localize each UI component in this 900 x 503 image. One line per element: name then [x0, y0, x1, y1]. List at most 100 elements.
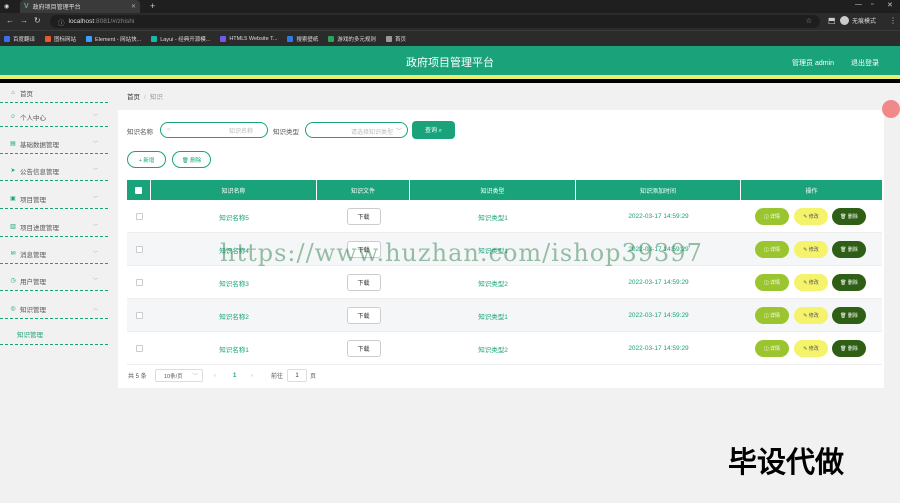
bookmarks-bar: 百度翻译 图标网站 Element - 网站快... Layui - 经典开源模…: [0, 30, 900, 46]
menu-icon[interactable]: ⋮: [889, 16, 897, 25]
bookmark-item[interactable]: Layui - 经典开源模...: [151, 35, 210, 43]
delete-button[interactable]: 🗑 删除: [832, 274, 866, 291]
delete-button[interactable]: 🗑 删除: [832, 241, 866, 258]
knowledge-name-cell: 知识名称2: [219, 313, 249, 321]
detail-button[interactable]: ◫ 详情: [755, 208, 789, 225]
table-row: 知识名称1 下载 知识类型2 2022-03-17 14:59:29 ◫ 详情 …: [127, 332, 882, 365]
chevron-down-icon: ﹀: [92, 224, 98, 230]
sidebar-item-label: 个人中心: [20, 114, 46, 122]
column-header: 知识添加时间: [576, 180, 741, 200]
delete-button[interactable]: 🗑 删除: [832, 340, 866, 357]
breadcrumb-separator: /: [144, 94, 146, 101]
sidebar-subitem-knowledge[interactable]: 知识管理: [0, 323, 108, 345]
bookmark-item[interactable]: 百度翻译: [4, 35, 35, 43]
edit-button[interactable]: ✎ 修改: [794, 241, 828, 258]
app-title: 政府项目管理平台: [406, 57, 494, 69]
query-button[interactable]: 查询 ⌕: [412, 121, 455, 139]
file-cell: 下载: [317, 200, 410, 233]
new-tab-button[interactable]: +: [150, 1, 155, 11]
sidebar-item-profile[interactable]: ☺ 个人中心 ﹀: [0, 107, 108, 127]
batch-delete-button[interactable]: 🗑 删除: [172, 151, 211, 168]
page-unit-label: 页: [310, 374, 317, 380]
maximize-icon[interactable]: ▫: [871, 1, 873, 8]
sidebar-item-users[interactable]: ◷ 用户管理 ﹀: [0, 271, 108, 291]
user-icon: ☺: [9, 113, 17, 120]
sidebar-item-notice[interactable]: ➤ 公告信息管理 ﹀: [0, 161, 108, 181]
sidebar-item-label: 项目进度管理: [20, 224, 59, 232]
download-button[interactable]: 下载: [346, 340, 381, 357]
row-checkbox[interactable]: [135, 213, 143, 220]
breadcrumb-home[interactable]: 首页: [127, 94, 140, 101]
browser-tab-active[interactable]: V 政府项目管理平台 ✕: [20, 0, 140, 13]
sidebar-item-project[interactable]: ▣ 项目管理 ﹀: [0, 189, 108, 209]
row-checkbox[interactable]: [135, 345, 143, 352]
back-icon[interactable]: ←: [6, 16, 14, 25]
minimize-icon[interactable]: —: [855, 1, 862, 8]
bookmark-label: Layui - 经典开源模...: [160, 36, 211, 43]
knowledge-name-input[interactable]: ○ 知识名称: [160, 122, 268, 138]
star-icon[interactable]: ☆: [806, 17, 812, 25]
bookmark-item[interactable]: HTML5 Website T...: [220, 35, 278, 42]
file-cell: 下载: [317, 332, 410, 365]
added-time-cell: 2022-03-17 14:59:29: [628, 213, 689, 220]
bookmark-item[interactable]: 首页: [385, 35, 406, 43]
page-size-value: 10条/页: [164, 373, 183, 380]
detail-button[interactable]: ◫ 详情: [755, 274, 789, 291]
detail-button[interactable]: ◫ 详情: [755, 340, 789, 357]
home-icon: ⌂: [11, 89, 15, 96]
add-button[interactable]: + 新增: [127, 151, 166, 168]
profile-button[interactable]: 无痕模式: [840, 16, 876, 25]
edit-button[interactable]: ✎ 修改: [794, 208, 828, 225]
bookmark-label: 图标网站: [54, 36, 77, 43]
bookmark-label: HTML5 Website T...: [229, 35, 278, 42]
url-input[interactable]: ⓘ localhost:8081/#/zhishi ☆: [50, 15, 820, 28]
download-button[interactable]: 下载: [346, 307, 381, 324]
sidebar-item-knowledge[interactable]: ◎ 知识管理 ︿: [0, 299, 108, 319]
profile-label: 无痕模式: [852, 19, 877, 25]
forward-icon[interactable]: →: [20, 16, 28, 25]
floating-assistant-icon[interactable]: [882, 100, 900, 118]
sidebar-item-basic-data[interactable]: ▤ 基础数据管理 ﹀: [0, 134, 108, 154]
edit-button[interactable]: ✎ 修改: [794, 340, 828, 357]
download-button[interactable]: 下载: [346, 208, 381, 225]
delete-button[interactable]: 🗑 删除: [832, 307, 866, 324]
download-button[interactable]: 下载: [346, 274, 381, 291]
row-checkbox[interactable]: [135, 312, 143, 319]
bookmark-item[interactable]: 图标网站: [45, 35, 76, 43]
added-time-cell: 2022-03-17 14:59:29: [628, 345, 689, 352]
edit-button[interactable]: ✎ 修改: [794, 307, 828, 324]
row-checkbox[interactable]: [135, 279, 143, 286]
next-page-button[interactable]: ›: [251, 369, 253, 382]
window-close-icon[interactable]: ✕: [887, 1, 893, 9]
goto-page-input[interactable]: 1: [287, 369, 307, 382]
extension-icon[interactable]: ⬒: [828, 16, 836, 25]
sidebar-item-message[interactable]: ✉ 消息管理 ﹀: [0, 244, 108, 264]
sidebar-item-progress[interactable]: ▥ 项目进度管理 ﹀: [0, 217, 108, 237]
search-icon: ○: [167, 127, 171, 133]
delete-button[interactable]: 🗑 删除: [832, 208, 866, 225]
page-number-current[interactable]: 1: [233, 369, 236, 382]
knowledge-icon: ◎: [10, 306, 16, 312]
bookmark-item[interactable]: 游戏的多元规则: [328, 35, 376, 43]
detail-button[interactable]: ◫ 详情: [755, 307, 789, 324]
select-all-checkbox[interactable]: [135, 186, 142, 194]
row-checkbox[interactable]: [135, 246, 143, 253]
bookmark-label: Element - 网站快...: [95, 36, 142, 43]
knowledge-type-cell: 知识类型2: [478, 346, 508, 354]
sidebar-item-home[interactable]: ⌂ 首页: [0, 83, 108, 103]
browser-tab-inactive[interactable]: ◉: [0, 0, 20, 13]
page-size-select[interactable]: 10条/页 ﹀: [155, 369, 203, 382]
table-row: 知识名称2 下载 知识类型1 2022-03-17 14:59:29 ◫ 详情 …: [127, 299, 882, 332]
logout-button[interactable]: 退出登录: [851, 58, 879, 68]
bookmark-label: 首页: [394, 36, 406, 43]
bookmark-item[interactable]: Element - 网站快...: [86, 35, 141, 43]
prev-page-button[interactable]: ‹: [214, 369, 216, 382]
column-header: 知识文件: [317, 180, 410, 200]
knowledge-type-select[interactable]: 请选择知识类型 ﹀: [305, 122, 408, 138]
file-cell: 下载: [317, 299, 410, 332]
reload-icon[interactable]: ↻: [34, 16, 41, 25]
detail-button[interactable]: ◫ 详情: [755, 241, 789, 258]
bookmark-item[interactable]: 搜索壁纸: [287, 35, 318, 43]
close-icon[interactable]: ✕: [131, 3, 136, 10]
edit-button[interactable]: ✎ 修改: [794, 274, 828, 291]
